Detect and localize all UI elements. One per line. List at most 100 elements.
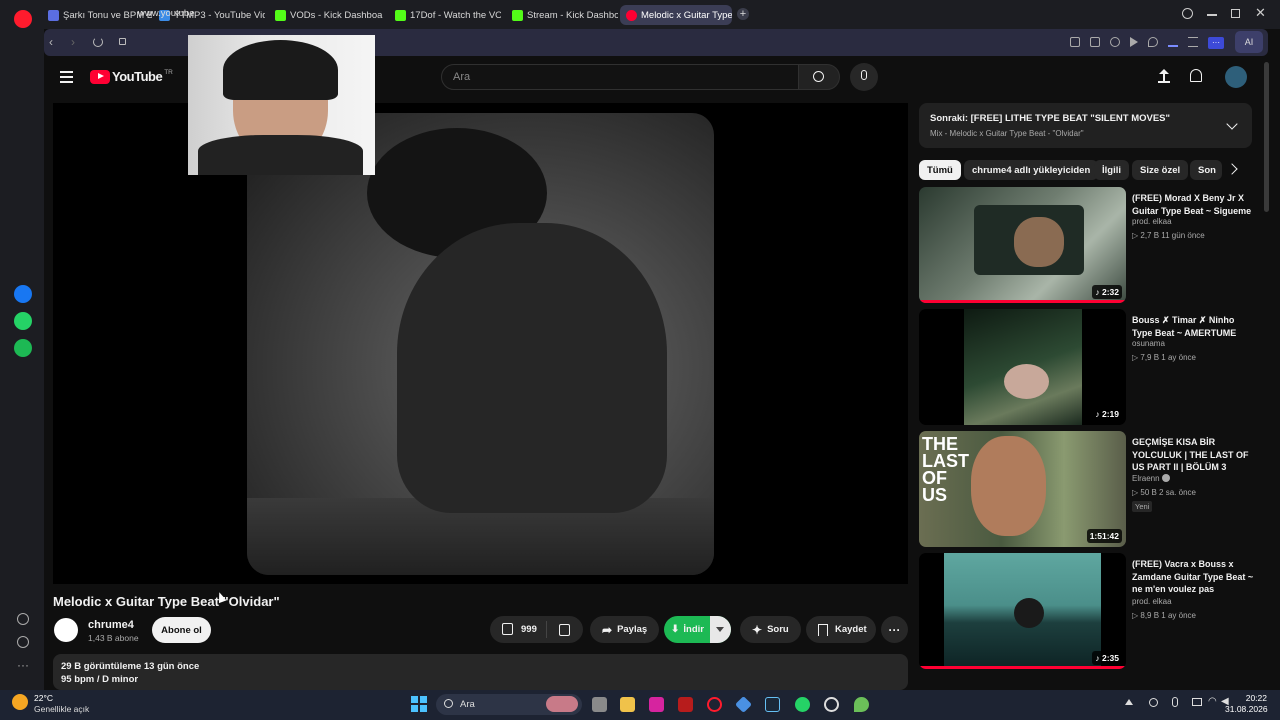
back-icon[interactable]: ‹ [49, 35, 53, 49]
recommendation-item[interactable]: ♪ 2:35 (FREE) Vacra x Bouss x Zamdane Gu… [919, 553, 1259, 671]
description-box[interactable] [53, 654, 908, 690]
video-thumbnail[interactable]: THE LAST OF US 1:51:42 [919, 431, 1126, 547]
share-button[interactable]: ➦ Paylaş [590, 616, 659, 643]
tab-youtube-active[interactable]: Melodic x Guitar Type [620, 5, 732, 25]
save-button[interactable]: Kaydet [806, 616, 876, 643]
menu-icon[interactable] [1188, 37, 1198, 47]
history-icon[interactable] [17, 636, 29, 648]
next-up-panel[interactable] [919, 103, 1252, 148]
tab-kick-vods[interactable]: VODs - Kick Dashboard [273, 5, 383, 25]
messenger-icon[interactable] [14, 285, 32, 303]
settings-gear-icon[interactable] [824, 697, 839, 712]
tray-chevron-up-icon[interactable] [1125, 699, 1133, 705]
bookmark-icon [818, 623, 828, 636]
tray-display-icon[interactable] [1192, 698, 1202, 706]
taskbar-search[interactable]: Ara [436, 694, 582, 715]
hamburger-menu-icon[interactable] [60, 71, 73, 83]
download-icon[interactable] [1168, 37, 1178, 47]
avatar[interactable] [1225, 66, 1247, 88]
recommendation-channel[interactable]: prod. elkaa [1132, 597, 1172, 606]
steam-icon[interactable] [765, 697, 780, 712]
recommendation-title[interactable]: Bouss ✗ Timar ✗ Ninho Type Beat ~ AMERTU… [1132, 314, 1254, 339]
video-thumbnail[interactable]: ♪ 2:35 [919, 553, 1126, 669]
whatsapp-icon[interactable] [795, 697, 810, 712]
file-explorer-icon[interactable] [620, 697, 635, 712]
weather-desc[interactable]: Genellikle açık [34, 704, 89, 714]
more-icon[interactable]: ··· [17, 658, 29, 672]
windows-start-icon[interactable] [411, 696, 427, 712]
shield-icon[interactable] [1110, 37, 1120, 47]
chip-uploader[interactable]: chrume4 adlı yükleyiciden [964, 160, 1099, 180]
recommendation-item[interactable]: ♪ 2:32 (FREE) Morad X Beny Jr X Guitar T… [919, 187, 1259, 305]
chip-recent[interactable]: Son [1190, 160, 1222, 180]
taskbar-time[interactable]: 20:22 [1229, 693, 1267, 703]
notifications-bell-icon[interactable] [1190, 69, 1202, 82]
forward-icon[interactable]: › [71, 35, 75, 49]
microphone-icon [861, 70, 867, 80]
search-button[interactable] [798, 64, 840, 90]
voice-search-button[interactable] [850, 63, 878, 91]
video-thumbnail[interactable]: ♪ 2:19 [919, 309, 1126, 425]
like-count[interactable]: 999 [521, 624, 537, 635]
opera-icon[interactable] [707, 697, 722, 712]
recommendation-title[interactable]: (FREE) Morad X Beny Jr X Guitar Type Bea… [1132, 192, 1254, 217]
channel-avatar[interactable] [54, 618, 78, 642]
close-icon[interactable]: ✕ [1255, 5, 1266, 21]
weather-sun-icon[interactable] [12, 694, 28, 710]
task-view-icon[interactable] [592, 697, 607, 712]
minimize-icon[interactable] [1207, 14, 1217, 16]
video-thumbnail[interactable]: ♪ 2:32 [919, 187, 1126, 303]
opera-logo-icon[interactable] [14, 10, 32, 28]
youtube-logo[interactable]: YouTube TR [90, 69, 173, 84]
tray-wifi-icon[interactable]: ◠ [1208, 696, 1217, 707]
heart-icon[interactable] [1148, 37, 1158, 47]
more-actions-icon[interactable]: ··· [881, 616, 908, 643]
chip-for-you[interactable]: Size özel [1132, 160, 1189, 180]
app-red-icon[interactable] [678, 697, 693, 712]
recommendation-item[interactable]: THE LAST OF US 1:51:42 GEÇMİŞE KISA BİR YO… [919, 431, 1259, 549]
recommendation-title[interactable]: (FREE) Vacra x Bouss x Zamdane Guitar Ty… [1132, 558, 1254, 596]
ai-button[interactable]: AI [1235, 31, 1263, 53]
chip-all[interactable]: Tümü [919, 160, 961, 180]
spotify-icon[interactable] [14, 339, 32, 357]
tab-bpm[interactable]: Şarkı Tonu ve BPM Bulucu [46, 5, 152, 25]
download-dropdown[interactable] [710, 616, 731, 643]
tab-kick-17dof[interactable]: 17Dof - Watch the VOD o [393, 5, 501, 25]
tab-kick-stream[interactable]: Stream - Kick Dashboard [510, 5, 618, 25]
video-frame[interactable] [247, 113, 714, 575]
download-button[interactable]: ⬇ İndir [664, 616, 731, 643]
instagram-icon[interactable] [649, 697, 664, 712]
app-green-icon[interactable] [854, 697, 869, 712]
play-icon[interactable] [1130, 37, 1138, 47]
extensions-icon[interactable]: ··· [1208, 37, 1224, 49]
like-icon[interactable] [502, 623, 513, 635]
new-tab-plus-icon[interactable]: + [737, 8, 749, 20]
channel-name[interactable]: chrume4 [88, 619, 134, 631]
dislike-icon[interactable] [559, 624, 570, 636]
recommendation-title[interactable]: GEÇMİŞE KISA BİR YOLCULUK | THE LAST OF … [1132, 436, 1254, 474]
recommendation-channel[interactable]: Elraenn [1132, 474, 1170, 483]
url-text[interactable]: www.youtube [138, 8, 195, 19]
reload-icon[interactable] [93, 37, 103, 47]
edit-icon[interactable] [1070, 37, 1080, 47]
tab-search-icon[interactable] [1182, 8, 1193, 19]
taskbar-date[interactable]: 31.08.2026 [1225, 704, 1268, 714]
heart-icon[interactable] [17, 613, 29, 625]
tray-microphone-icon[interactable] [1172, 697, 1178, 707]
subscribe-button[interactable]: Abone ol [152, 617, 211, 643]
page-scrollbar[interactable] [1264, 62, 1269, 212]
chevron-right-icon[interactable] [1226, 163, 1238, 175]
tray-app-icon[interactable] [1149, 698, 1158, 707]
ask-button[interactable]: ✦ Soru [740, 616, 801, 643]
recommendation-channel[interactable]: prod. elkaa [1132, 217, 1172, 226]
search-input[interactable]: Ara [441, 64, 799, 90]
whatsapp-icon[interactable] [14, 312, 32, 330]
camera-icon[interactable] [1090, 37, 1100, 47]
upload-icon[interactable] [1158, 69, 1170, 83]
chip-related[interactable]: İlgili [1094, 160, 1129, 180]
recommendation-channel[interactable]: osunama [1132, 339, 1165, 348]
recommendation-meta: ▷ 2,7 B 11 gün önce [1132, 231, 1205, 240]
maximize-icon[interactable] [1231, 9, 1240, 18]
recommendation-item[interactable]: ♪ 2:19 Bouss ✗ Timar ✗ Ninho Type Beat ~… [919, 309, 1259, 427]
weather-temp[interactable]: 22°C [34, 693, 53, 703]
